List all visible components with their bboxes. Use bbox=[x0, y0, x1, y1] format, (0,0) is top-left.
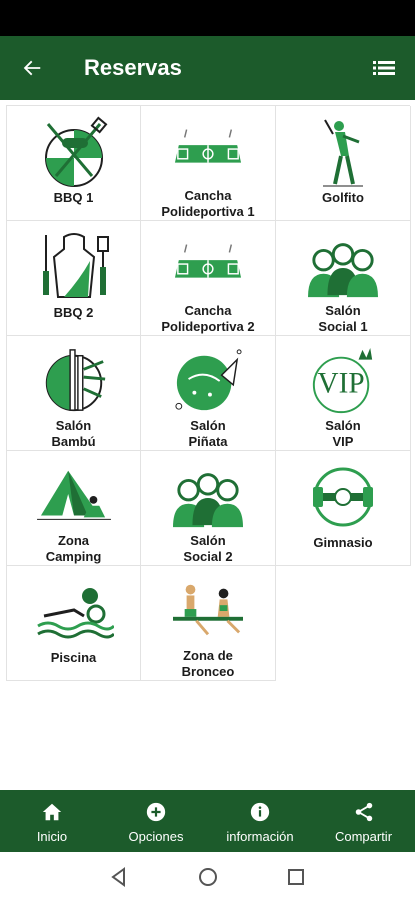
tile-label: Zona Camping bbox=[45, 533, 102, 564]
nav-label: información bbox=[226, 829, 294, 844]
tile-label: Gimnasio bbox=[313, 535, 373, 550]
tile-label: BBQ 1 bbox=[53, 190, 94, 205]
bottom-navigation: Inicio Opciones información Compartir bbox=[0, 790, 415, 852]
tile-salon-bambu[interactable]: Salón Bambú bbox=[7, 336, 141, 451]
tile-gimnasio[interactable]: Gimnasio bbox=[276, 451, 411, 566]
sports-court-icon bbox=[174, 129, 242, 163]
page-title: Reservas bbox=[84, 55, 182, 80]
tile-cancha-polideportiva-1[interactable]: Cancha Polideportiva 1 bbox=[141, 106, 276, 221]
back-button[interactable] bbox=[18, 54, 46, 82]
dumbbell-icon bbox=[313, 467, 373, 527]
tile-label: Salón Social 1 bbox=[318, 303, 368, 334]
empty-cell bbox=[276, 566, 411, 681]
nav-label: Opciones bbox=[128, 829, 184, 844]
tile-label: Salón Social 2 bbox=[183, 533, 233, 564]
apron-utensils-icon bbox=[42, 233, 109, 298]
people-group-icon bbox=[308, 243, 378, 298]
sports-court-icon bbox=[174, 244, 242, 278]
tile-cancha-polideportiva-2[interactable]: Cancha Polideportiva 2 bbox=[141, 221, 276, 336]
arrow-left-icon bbox=[23, 60, 41, 76]
tile-salon-vip[interactable]: VIP Salón VIP bbox=[276, 336, 411, 451]
party-popper-icon bbox=[175, 349, 242, 411]
tile-piscina[interactable]: Piscina bbox=[7, 566, 141, 681]
plus-circle-icon bbox=[146, 802, 166, 822]
nav-compartir[interactable]: Compartir bbox=[312, 790, 415, 852]
list-view-button[interactable] bbox=[373, 58, 395, 78]
share-icon bbox=[355, 802, 372, 822]
tile-label: Cancha Polideportiva 1 bbox=[161, 188, 255, 219]
tile-label: Salón VIP bbox=[325, 418, 361, 449]
reservations-grid: BBQ 1 Cancha Polideportiva 1 Golfito BBQ… bbox=[6, 105, 411, 681]
nav-label: Compartir bbox=[334, 829, 393, 844]
tile-bbq-1[interactable]: BBQ 1 bbox=[7, 106, 141, 221]
nav-inicio[interactable]: Inicio bbox=[0, 790, 104, 852]
tile-label: Piscina bbox=[50, 650, 97, 665]
tile-salon-social-2[interactable]: Salón Social 2 bbox=[141, 451, 276, 566]
tile-salon-social-1[interactable]: Salón Social 1 bbox=[276, 221, 411, 336]
system-home-icon[interactable] bbox=[197, 866, 219, 888]
tile-label: Salón Bambú bbox=[51, 418, 96, 449]
tent-camping-icon bbox=[36, 470, 111, 520]
tile-zona-camping[interactable]: Zona Camping bbox=[7, 451, 141, 566]
swimmer-icon bbox=[36, 588, 114, 639]
system-back-icon[interactable] bbox=[108, 866, 130, 888]
info-icon bbox=[250, 802, 270, 822]
status-bar bbox=[0, 0, 415, 36]
tile-label: Golfito bbox=[322, 190, 364, 205]
tile-label: Cancha Polideportiva 2 bbox=[161, 303, 255, 334]
list-icon bbox=[373, 61, 395, 75]
system-recents-icon[interactable] bbox=[285, 866, 307, 888]
nav-informacion[interactable]: información bbox=[208, 790, 312, 852]
people-group-icon bbox=[173, 473, 243, 528]
app-bar: Reservas bbox=[0, 36, 415, 100]
svg-text:VIP: VIP bbox=[318, 368, 365, 400]
vip-crown-icon: VIP bbox=[312, 347, 373, 414]
tile-label: Salón Piñata bbox=[188, 418, 228, 449]
bamboo-icon bbox=[45, 349, 105, 412]
home-icon bbox=[42, 803, 62, 821]
tile-bbq-2[interactable]: BBQ 2 bbox=[7, 221, 141, 336]
tile-label: Zona de Bronceo bbox=[181, 648, 235, 679]
nav-opciones[interactable]: Opciones bbox=[104, 790, 208, 852]
nav-label: Inicio bbox=[36, 829, 68, 844]
golfer-icon bbox=[323, 119, 363, 187]
bbq-grill-icon bbox=[44, 116, 107, 187]
tile-label: BBQ 2 bbox=[53, 305, 94, 320]
tile-golfito[interactable]: Golfito bbox=[276, 106, 411, 221]
system-navigation-bar bbox=[0, 852, 415, 900]
sunbathing-icon bbox=[173, 584, 243, 636]
tile-zona-de-bronceo[interactable]: Zona de Bronceo bbox=[141, 566, 276, 681]
tile-salon-pinata[interactable]: Salón Piñata bbox=[141, 336, 276, 451]
